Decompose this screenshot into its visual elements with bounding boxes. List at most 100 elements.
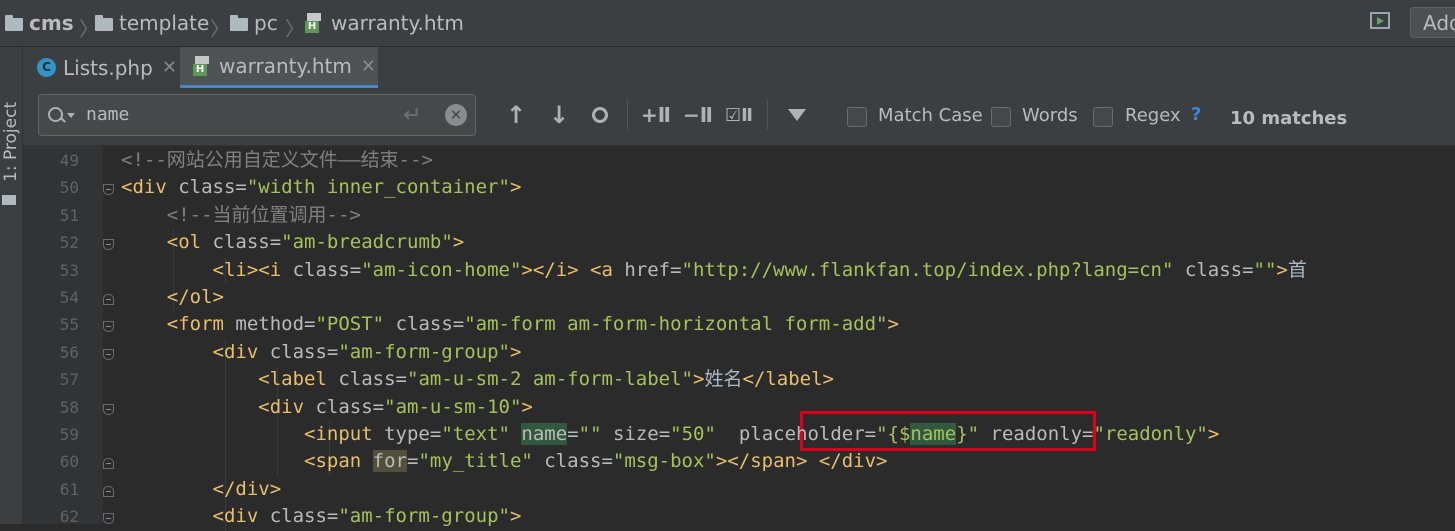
regex-checkbox[interactable] (1093, 107, 1113, 127)
code-token: "" (578, 423, 602, 445)
remove-occurrence-button[interactable]: −Ⅱ (683, 98, 713, 132)
select-all-occurrences-button[interactable] (586, 98, 614, 132)
folder-icon (230, 14, 248, 31)
tool-window-strip: 1: Project (0, 47, 23, 524)
code-token: type= (384, 423, 442, 445)
code-line[interactable]: <li><i class="am-icon-home"></i> <a href… (121, 257, 1307, 284)
code-token: > (692, 368, 705, 391)
match-case-label[interactable]: Match Case (878, 105, 983, 126)
next-occurrence-button[interactable]: ↓ (546, 98, 572, 132)
line-number: 53 (59, 260, 79, 280)
code-line[interactable]: <span for="my_title" class="msg-box"></s… (121, 448, 887, 475)
match-case-checkbox[interactable] (847, 107, 867, 127)
breadcrumb-label: template (119, 11, 210, 35)
find-toolbar: ↵ ✕ ↑ ↓ +Ⅱ −Ⅱ ☑Ⅱ Match Case Words Regex … (23, 88, 1455, 146)
add-occurrence-button[interactable]: +Ⅱ (641, 98, 671, 132)
code-token: class= (384, 313, 465, 336)
code-line[interactable]: <!--当前位置调用--> (121, 202, 361, 229)
code-token: class= (178, 176, 247, 199)
code-line[interactable]: <form method="POST" class="am-form am-fo… (121, 311, 899, 338)
code-token: <span (304, 450, 373, 473)
code-token: "am-u-sm-10" (384, 395, 522, 418)
breadcrumb-item-warranty[interactable]: H warranty.htm (305, 0, 464, 46)
code-token: <!--当前位置调用--> (166, 203, 361, 226)
code-token: > (452, 231, 465, 254)
tab-warranty-htm[interactable]: H warranty.htm ✕ (180, 47, 378, 88)
add-selection-icon: +Ⅱ (641, 103, 671, 127)
code-line[interactable]: <div class="am-form-group"> (121, 503, 522, 530)
tab-lists-php[interactable]: C Lists.php ✕ (23, 47, 178, 88)
search-input[interactable] (86, 104, 386, 125)
code-token: placeholder= (738, 423, 877, 445)
code-token: </ol> (166, 286, 224, 308)
code-line[interactable]: <div class="width inner_container"> (121, 174, 521, 201)
code-line[interactable]: <label class="am-u-sm-2 am-form-label">姓… (121, 366, 834, 393)
breadcrumb-label: pc (254, 11, 278, 35)
code-token: ></i> <a (521, 258, 625, 281)
chevron-right-icon: 〉 (285, 17, 305, 41)
code-token: </div> (212, 477, 282, 500)
select-all-occurrences-toggle[interactable]: ☑Ⅱ (723, 98, 755, 132)
code-token: "my_title" (418, 450, 533, 473)
code-token: class= (269, 340, 339, 363)
code-token: class= (1173, 258, 1254, 281)
add-configuration-button[interactable]: Add (1410, 7, 1455, 38)
code-token: href= (624, 258, 682, 281)
previous-occurrence-button[interactable]: ↑ (503, 98, 529, 132)
code-line[interactable]: <div class="am-u-sm-10"> (121, 394, 533, 421)
code-line[interactable]: <div class="am-form-group"> (121, 339, 522, 366)
code-token: = (567, 423, 579, 445)
code-token: "width inner_container" (246, 176, 510, 199)
search-history-dropdown-icon[interactable] (67, 113, 75, 118)
words-checkbox[interactable] (991, 107, 1011, 127)
close-icon[interactable]: ✕ (361, 56, 376, 77)
breadcrumb-item-pc[interactable]: pc (230, 0, 278, 46)
code-token: = (407, 450, 419, 473)
match-count: 10 matches (1230, 108, 1348, 129)
tab-label: Lists.php (63, 55, 153, 80)
code-token: "am-breadcrumb" (281, 231, 453, 254)
code-token: <div (212, 340, 270, 363)
words-label[interactable]: Words (1022, 105, 1078, 126)
code-token: class= (315, 395, 385, 418)
search-field[interactable]: ↵ ✕ (38, 94, 476, 136)
project-tool-window-button[interactable]: 1: Project (1, 92, 21, 182)
html-file-icon: H (305, 13, 323, 33)
code-line[interactable]: </ol> (121, 284, 224, 311)
line-number: 54 (59, 288, 79, 307)
breadcrumb-label: cms (29, 11, 74, 35)
code-token: > (521, 395, 533, 418)
code-line[interactable]: <input type="text" name="" size="50" pla… (121, 421, 1219, 448)
run-configuration-icon[interactable] (1370, 12, 1390, 29)
filter-button[interactable] (783, 98, 811, 132)
clear-icon[interactable]: ✕ (445, 104, 467, 126)
newline-icon[interactable]: ↵ (403, 103, 421, 128)
editor-tabs: C Lists.php ✕ H warranty.htm ✕ (23, 47, 1455, 88)
close-icon[interactable]: ✕ (162, 57, 177, 78)
chevron-right-icon: 〉 (210, 17, 230, 41)
search-match-highlight: name (910, 423, 957, 445)
line-number: 62 (59, 507, 79, 527)
html-file-icon: H (193, 56, 211, 76)
regex-label[interactable]: Regex (1125, 105, 1181, 126)
line-number: 51 (59, 205, 79, 225)
breadcrumb-label: warranty.htm (331, 11, 464, 35)
breadcrumb-item-template[interactable]: template (95, 0, 209, 46)
code-token: "http://www.flankfan.top/index.php?lang=… (681, 258, 1174, 281)
regex-help-link[interactable]: ? (1191, 104, 1201, 125)
code-line[interactable]: </div> (121, 476, 282, 503)
search-icon[interactable] (48, 107, 63, 122)
code-editor[interactable]: <!--网站公用自定义文件——结束--> <div class="width in… (103, 145, 1455, 531)
code-line[interactable]: <ol class="am-breadcrumb"> (121, 229, 464, 256)
code-token: class= (292, 258, 362, 281)
breadcrumb-item-cms[interactable]: cms (5, 0, 74, 46)
code-token: > (509, 340, 522, 363)
code-line[interactable]: <!--网站公用自定义文件——结束--> (121, 147, 433, 174)
